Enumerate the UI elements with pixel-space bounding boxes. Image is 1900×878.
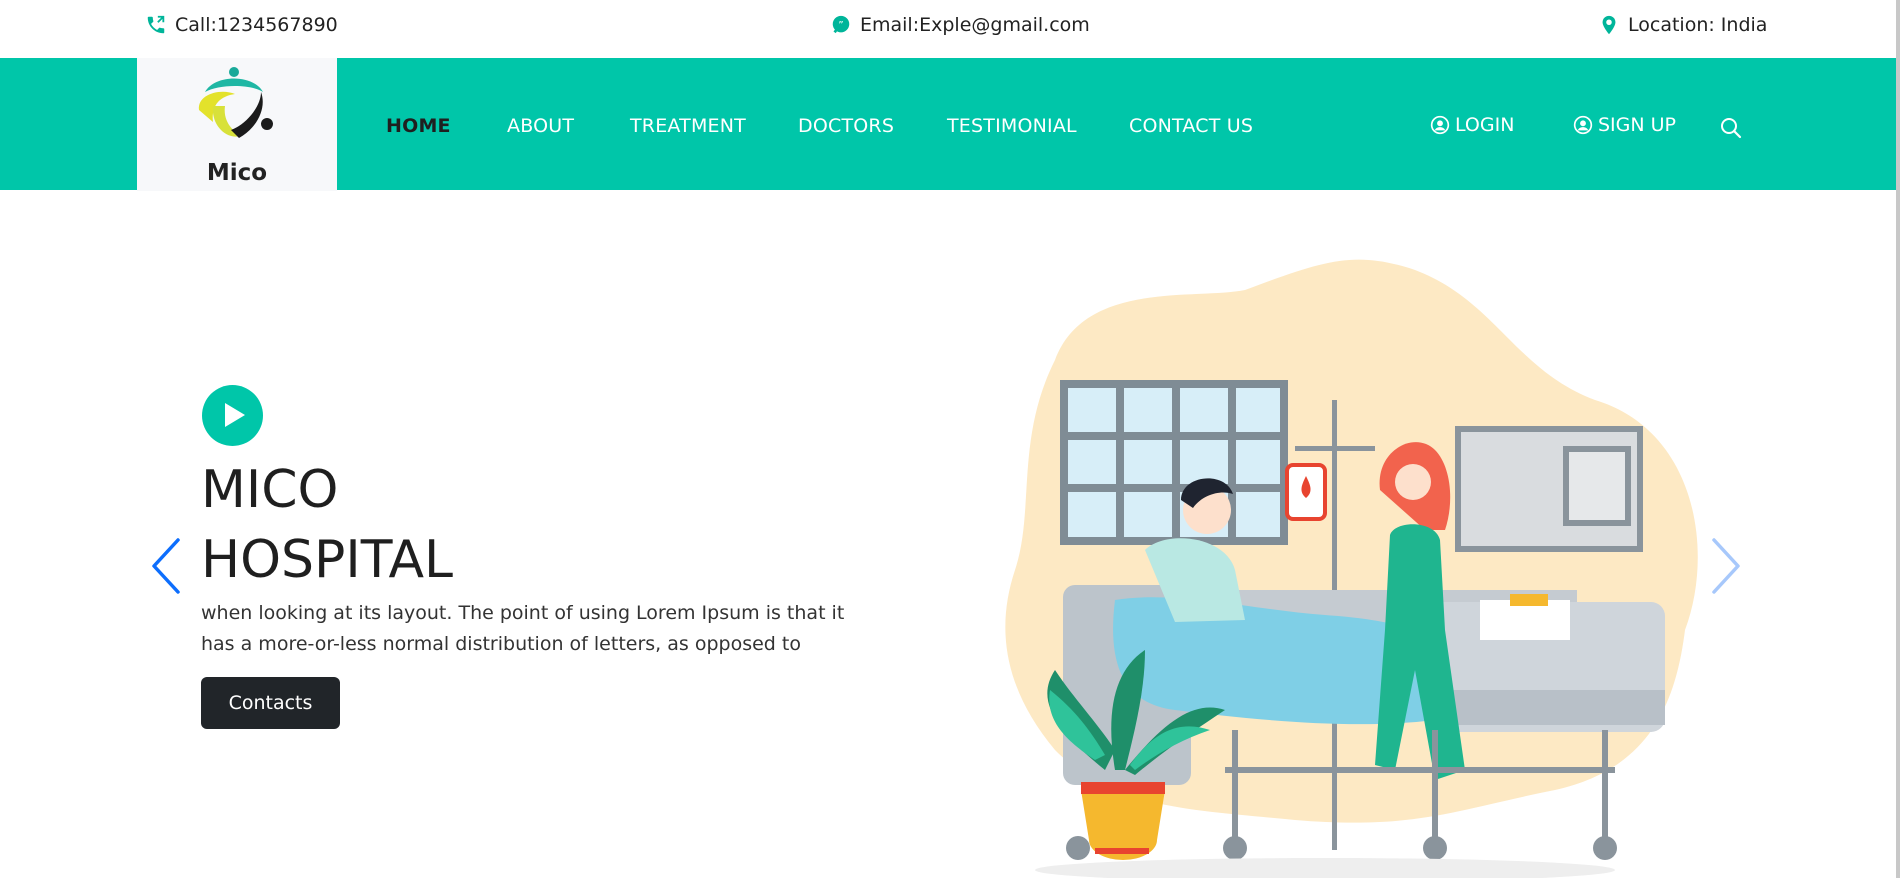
brand-name: Mico <box>206 160 268 186</box>
svg-text:”: ” <box>838 20 843 31</box>
hero-description: when looking at its layout. The point of… <box>201 602 845 655</box>
nav-testimonial[interactable]: TESTIMONIAL <box>947 115 1077 137</box>
phone-text: Call:1234567890 <box>175 14 338 36</box>
map-pin-icon <box>1602 15 1616 35</box>
hospital-illustration <box>1005 259 1698 878</box>
play-video-button[interactable] <box>202 385 263 446</box>
hero-title-line-2: HOSPITAL <box>201 530 454 590</box>
login-link[interactable]: LOGIN <box>1430 114 1514 136</box>
carousel-prev-icon[interactable] <box>148 536 182 596</box>
hero-title: MICO HOSPITAL <box>201 455 901 595</box>
signup-label: SIGN UP <box>1598 114 1677 136</box>
hero-title-line-1: MICO <box>201 460 339 520</box>
phone-icon <box>147 15 165 34</box>
signup-link[interactable]: SIGN UP <box>1573 114 1676 136</box>
chat-bubble-icon: ” <box>832 15 850 34</box>
user-circle-icon <box>1430 115 1450 135</box>
nav-about[interactable]: ABOUT <box>507 115 574 137</box>
logo-icon <box>198 67 273 138</box>
email-text: Email:Exple@gmail.com <box>860 14 1090 36</box>
nav-doctors[interactable]: DOCTORS <box>798 115 894 137</box>
search-icon[interactable] <box>1719 116 1743 140</box>
top-info-bar: Call:1234567890 ” Email:Exple@gmail.com … <box>0 0 1900 58</box>
nav-home[interactable]: HOME <box>386 115 451 137</box>
contacts-button[interactable]: Contacts <box>201 677 340 729</box>
brand-logo[interactable]: Mico <box>137 58 337 191</box>
location-text: Location: India <box>1628 14 1768 36</box>
nav-contact-us[interactable]: CONTACT US <box>1129 115 1253 137</box>
page-scrollbar[interactable] <box>1896 0 1900 878</box>
contact-email[interactable]: ” Email:Exple@gmail.com <box>830 14 1090 36</box>
login-label: LOGIN <box>1455 114 1515 136</box>
nav-treatment[interactable]: TREATMENT <box>630 115 746 137</box>
user-circle-icon <box>1573 115 1593 135</box>
contact-phone[interactable]: Call:1234567890 <box>145 14 338 36</box>
contact-location[interactable]: Location: India <box>1598 14 1767 36</box>
